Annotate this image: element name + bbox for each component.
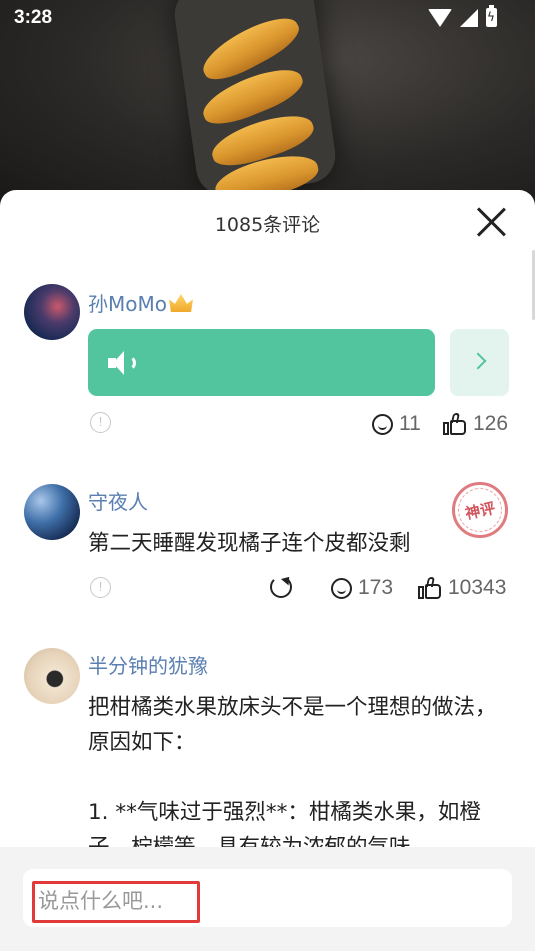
report-icon[interactable]: ! bbox=[90, 412, 111, 433]
thumbs-up-icon bbox=[418, 577, 442, 599]
sheet-header: 1085条评论 bbox=[0, 190, 535, 254]
voice-message-button[interactable] bbox=[88, 329, 435, 396]
like-count: 10343 bbox=[448, 576, 507, 599]
chevron-right-icon bbox=[469, 352, 487, 370]
comment-text: 第二天睡醒发现橘子连个皮都没剩 bbox=[88, 531, 411, 556]
reply-count: 11 bbox=[399, 412, 421, 435]
reply-button[interactable]: 11 bbox=[372, 412, 421, 436]
like-count: 126 bbox=[473, 412, 509, 435]
comment-username[interactable]: 半分钟的犹豫 bbox=[88, 650, 208, 679]
report-icon[interactable]: ! bbox=[90, 577, 111, 598]
close-button[interactable] bbox=[475, 206, 507, 238]
status-time: 3:28 bbox=[14, 7, 53, 28]
input-highlight-box bbox=[32, 881, 200, 923]
reply-icon bbox=[372, 413, 393, 435]
speaker-icon bbox=[108, 351, 138, 375]
comment-sheet: 1085条评论 孙MoMo ! 11 126 守夜人 神评 第二天睡醒发现橘子连… bbox=[0, 190, 535, 951]
avatar[interactable] bbox=[24, 648, 80, 704]
sheet-title: 1085条评论 bbox=[214, 214, 321, 236]
crown-icon bbox=[168, 294, 193, 312]
reply-button[interactable]: 173 bbox=[331, 576, 393, 600]
thumbs-up-icon bbox=[443, 413, 467, 435]
wifi-icon bbox=[428, 8, 452, 27]
comment-username[interactable]: 孙MoMo bbox=[88, 288, 193, 317]
expand-button[interactable] bbox=[450, 329, 509, 396]
like-button[interactable]: 126 bbox=[443, 412, 508, 436]
like-button[interactable]: 10343 bbox=[418, 576, 506, 600]
status-bar: 3:28 ϟ bbox=[0, 0, 535, 38]
status-icons: ϟ bbox=[428, 5, 497, 27]
avatar[interactable] bbox=[24, 484, 80, 540]
comment-username[interactable]: 守夜人 bbox=[88, 486, 148, 515]
signal-icon bbox=[460, 8, 478, 27]
avatar[interactable] bbox=[24, 284, 80, 340]
reply-icon bbox=[331, 577, 352, 599]
battery-icon: ϟ bbox=[486, 5, 497, 27]
refresh-icon[interactable] bbox=[270, 576, 292, 598]
reply-count: 173 bbox=[358, 576, 394, 599]
comment-text: 把柑橘类水果放床头不是一个理想的做法，原因如下： 1. **气味过于强烈**：柑… bbox=[88, 695, 497, 860]
